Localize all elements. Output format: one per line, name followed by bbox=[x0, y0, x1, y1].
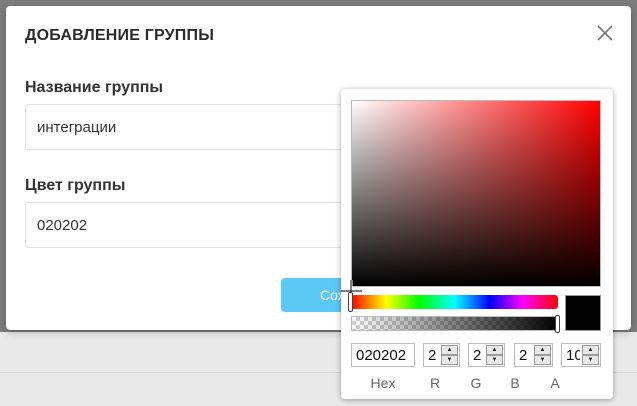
hue-slider-handle[interactable] bbox=[348, 292, 353, 312]
hex-label: Hex bbox=[370, 375, 396, 391]
alpha-slider[interactable] bbox=[351, 316, 558, 331]
b-label: B bbox=[510, 375, 520, 391]
a-value: 100 bbox=[566, 346, 580, 364]
g-label: G bbox=[470, 375, 482, 391]
up-arrow-icon[interactable]: ▲ bbox=[486, 345, 503, 355]
up-arrow-icon[interactable]: ▲ bbox=[441, 345, 458, 355]
alpha-slider-handle[interactable] bbox=[555, 315, 560, 333]
a-stepper[interactable]: ▲ ▼ bbox=[582, 345, 599, 365]
close-icon bbox=[597, 25, 613, 41]
down-arrow-icon[interactable]: ▼ bbox=[534, 355, 551, 365]
group-color-label: Цвет группы bbox=[25, 177, 126, 194]
hex-value: 020202 bbox=[356, 346, 407, 364]
g-field[interactable]: 2 ▲ ▼ bbox=[468, 343, 505, 367]
r-stepper[interactable]: ▲ ▼ bbox=[441, 345, 458, 365]
down-arrow-icon[interactable]: ▼ bbox=[441, 355, 458, 365]
a-field[interactable]: 100 ▲▼ bbox=[561, 343, 601, 367]
hex-field[interactable]: 020202 bbox=[351, 343, 415, 367]
up-arrow-icon[interactable]: ▲ bbox=[534, 345, 551, 355]
group-name-input[interactable] bbox=[25, 104, 355, 150]
hue-slider[interactable] bbox=[351, 295, 558, 309]
down-arrow-icon[interactable]: ▼ bbox=[486, 355, 503, 365]
up-arrow-icon[interactable]: ▲ bbox=[582, 345, 599, 355]
g-stepper[interactable]: ▲ ▼ bbox=[486, 345, 503, 365]
close-button[interactable] bbox=[595, 23, 615, 43]
color-picker-popup: 020202 2 ▲▼ 2 ▲▼ 2 ▲▼ 100 ▲▼ Hex R G B A bbox=[340, 89, 613, 399]
b-stepper[interactable]: ▲ ▼ bbox=[534, 345, 551, 365]
b-field[interactable]: 2 ▲ ▼ bbox=[514, 343, 553, 367]
group-color-input[interactable] bbox=[25, 202, 355, 248]
r-field[interactable]: 2 ▲ ▼ bbox=[423, 343, 460, 367]
b-value: 2 bbox=[519, 346, 528, 364]
r-value: 2 bbox=[428, 346, 437, 364]
modal-title: ДОБАВЛЕНИЕ ГРУППЫ bbox=[25, 27, 215, 44]
a-label: A bbox=[550, 375, 560, 391]
color-swatch bbox=[565, 295, 601, 331]
g-value: 2 bbox=[473, 346, 482, 364]
down-arrow-icon[interactable]: ▼ bbox=[582, 355, 599, 365]
saturation-value-area[interactable] bbox=[351, 100, 601, 287]
r-label: R bbox=[429, 375, 441, 391]
group-name-label: Название группы bbox=[25, 79, 164, 96]
